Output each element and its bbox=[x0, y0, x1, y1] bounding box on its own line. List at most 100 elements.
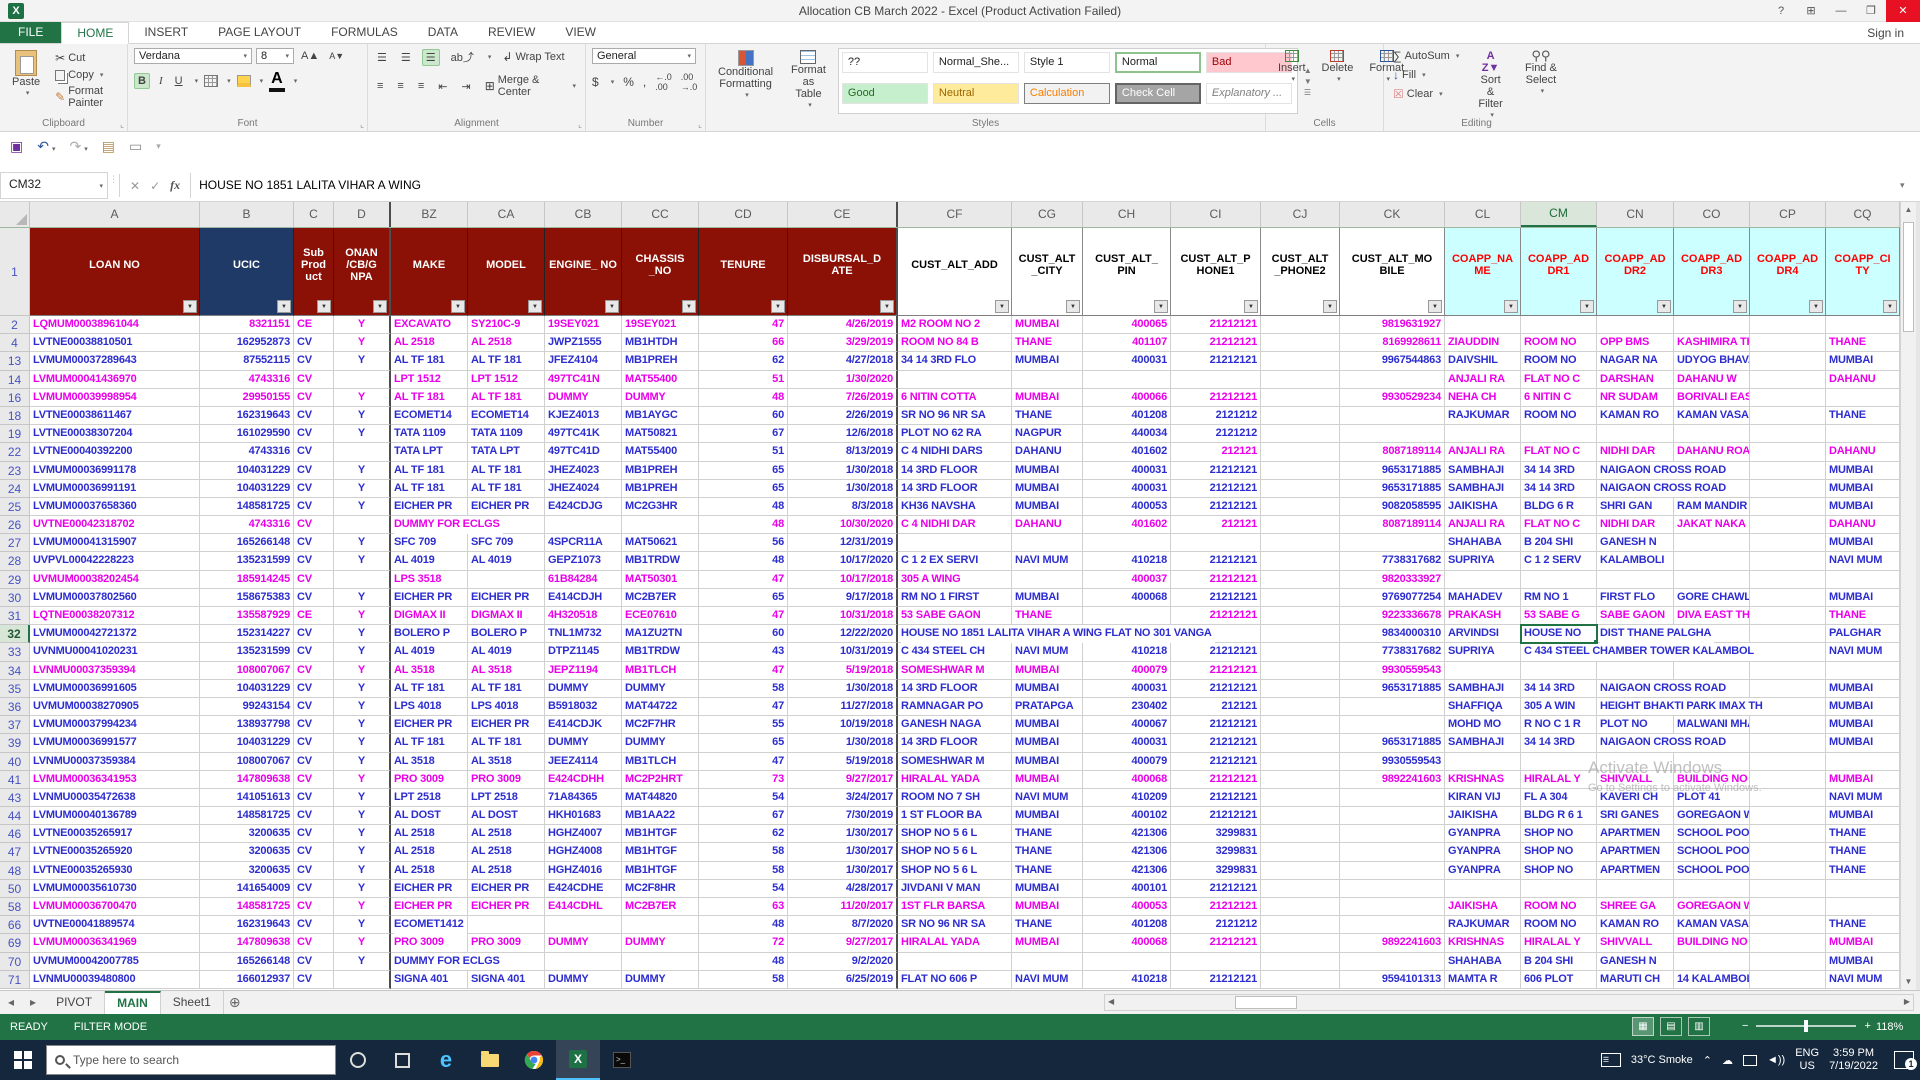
cell-CP32[interactable] bbox=[1750, 625, 1826, 643]
cell-CO50[interactable] bbox=[1674, 880, 1750, 898]
accounting-format-button[interactable]: $ bbox=[592, 75, 599, 89]
cell-B30[interactable]: 158675383 bbox=[200, 589, 294, 607]
cell-CF32[interactable]: HOUSE NO 1851 LALITA VIHAR A WING FLAT N… bbox=[898, 625, 1012, 643]
cell-CQ25[interactable]: MUMBAI bbox=[1826, 498, 1900, 516]
cell-CB19[interactable]: 497TC41K bbox=[545, 425, 622, 443]
cell-CF28[interactable]: C 1 2 EX SERVI bbox=[898, 552, 1012, 570]
cell-CC69[interactable]: DUMMY bbox=[622, 934, 699, 952]
cell-CP66[interactable] bbox=[1750, 916, 1826, 934]
cell-CQ24[interactable]: MUMBAI bbox=[1826, 480, 1900, 498]
cell-CJ31[interactable] bbox=[1261, 607, 1340, 625]
cell-CK43[interactable] bbox=[1340, 789, 1445, 807]
cell-CD43[interactable]: 54 bbox=[699, 789, 788, 807]
cell-BZ46[interactable]: AL 2518 bbox=[391, 825, 468, 843]
cell-CF26[interactable]: C 4 NIDHI DAR bbox=[898, 516, 1012, 534]
cell-C43[interactable]: CV bbox=[294, 789, 334, 807]
cell-CQ28[interactable]: NAVI MUM bbox=[1826, 552, 1900, 570]
cell-C24[interactable]: CV bbox=[294, 480, 334, 498]
tab-formulas[interactable]: FORMULAS bbox=[316, 22, 413, 43]
cell-CL14[interactable]: ANJALI RA bbox=[1445, 371, 1521, 389]
cell-D40[interactable]: Y bbox=[334, 753, 391, 771]
cell-B33[interactable]: 135231599 bbox=[200, 643, 294, 661]
cell-CQ2[interactable] bbox=[1826, 316, 1900, 334]
cell-CJ26[interactable] bbox=[1261, 516, 1340, 534]
cell-CA14[interactable]: LPT 1512 bbox=[468, 371, 545, 389]
cell-CQ36[interactable]: MUMBAI bbox=[1826, 698, 1900, 716]
cell-A32[interactable]: LVMUM00042721372 bbox=[30, 625, 200, 643]
cell-CA41[interactable]: PRO 3009 bbox=[468, 771, 545, 789]
cell-CL34[interactable] bbox=[1445, 662, 1521, 680]
cell-CN29[interactable] bbox=[1597, 571, 1674, 589]
cell-CK34[interactable]: 9930559543 bbox=[1340, 662, 1445, 680]
header-cell-CE[interactable]: DISBURSAL_D ATE▼ bbox=[788, 228, 898, 316]
cortana-button[interactable] bbox=[336, 1040, 380, 1080]
cell-D50[interactable]: Y bbox=[334, 880, 391, 898]
row-header-25[interactable]: 25 bbox=[0, 498, 30, 516]
cell-CK46[interactable] bbox=[1340, 825, 1445, 843]
cell-CI50[interactable]: 21212121 bbox=[1171, 880, 1261, 898]
cell-CD4[interactable]: 66 bbox=[699, 334, 788, 352]
normal-view-button[interactable]: ▦ bbox=[1632, 1017, 1654, 1036]
row-header-26[interactable]: 26 bbox=[0, 516, 30, 534]
cell-CQ19[interactable] bbox=[1826, 425, 1900, 443]
cell-CB26[interactable] bbox=[545, 516, 622, 534]
increase-decimal-button[interactable]: ←.0.00 bbox=[655, 72, 672, 92]
undo-button[interactable]: ↶▾ bbox=[37, 138, 55, 155]
cell-CG2[interactable]: MUMBAI bbox=[1012, 316, 1083, 334]
cell-CE36[interactable]: 11/27/2018 bbox=[788, 698, 898, 716]
cell-CN44[interactable]: SRI GANES bbox=[1597, 807, 1674, 825]
header-cell-D[interactable]: ONAN /CB/G NPA▼ bbox=[334, 228, 391, 316]
cell-CQ71[interactable]: NAVI MUM bbox=[1826, 971, 1900, 989]
cell-CE44[interactable]: 7/30/2019 bbox=[788, 807, 898, 825]
cell-CG70[interactable] bbox=[1012, 953, 1083, 971]
cell-CK2[interactable]: 9819631927 bbox=[1340, 316, 1445, 334]
cell-CM58[interactable]: ROOM NO bbox=[1521, 898, 1597, 916]
cell-CE43[interactable]: 3/24/2017 bbox=[788, 789, 898, 807]
header-cell-CG[interactable]: CUST_ALT _CITY▼ bbox=[1012, 228, 1083, 316]
cell-B70[interactable]: 165266148 bbox=[200, 953, 294, 971]
cell-CL18[interactable]: RAJKUMAR bbox=[1445, 407, 1521, 425]
cell-CF70[interactable] bbox=[898, 953, 1012, 971]
cell-CF40[interactable]: SOMESHWAR M bbox=[898, 753, 1012, 771]
cell-CK19[interactable] bbox=[1340, 425, 1445, 443]
cell-CA18[interactable]: ECOMET14 bbox=[468, 407, 545, 425]
row-header-41[interactable]: 41 bbox=[0, 771, 30, 789]
cell-CD28[interactable]: 48 bbox=[699, 552, 788, 570]
name-box-dropdown-icon[interactable]: ▾ bbox=[99, 182, 103, 190]
cell-BZ50[interactable]: EICHER PR bbox=[391, 880, 468, 898]
formula-input[interactable]: HOUSE NO 1851 LALITA VIHAR A WING bbox=[191, 170, 1900, 201]
cell-CA40[interactable]: AL 3518 bbox=[468, 753, 545, 771]
cell-CJ47[interactable] bbox=[1261, 843, 1340, 861]
column-header-D[interactable]: D bbox=[334, 202, 391, 227]
cell-D26[interactable] bbox=[334, 516, 391, 534]
page-layout-view-button[interactable]: ▤ bbox=[1660, 1017, 1682, 1036]
cell-CB27[interactable]: 4SPCR11A bbox=[545, 534, 622, 552]
cell-CQ37[interactable]: MUMBAI bbox=[1826, 716, 1900, 734]
cell-CD58[interactable]: 63 bbox=[699, 898, 788, 916]
column-header-CN[interactable]: CN bbox=[1597, 202, 1674, 227]
cell-CJ32[interactable] bbox=[1261, 625, 1340, 643]
cell-CL30[interactable]: MAHADEV bbox=[1445, 589, 1521, 607]
cell-CD30[interactable]: 65 bbox=[699, 589, 788, 607]
cell-CK25[interactable]: 9082058595 bbox=[1340, 498, 1445, 516]
cell-CO46[interactable]: SCHOOL POONA LIN bbox=[1674, 825, 1750, 843]
cell-CK33[interactable]: 7738317682 bbox=[1340, 643, 1445, 661]
cell-CL33[interactable]: SUPRIYA bbox=[1445, 643, 1521, 661]
cell-CJ13[interactable] bbox=[1261, 352, 1340, 370]
cell-CO47[interactable]: SCHOOL POONA LIN bbox=[1674, 843, 1750, 861]
cell-CL31[interactable]: PRAKASH bbox=[1445, 607, 1521, 625]
cell-CH23[interactable]: 400031 bbox=[1083, 462, 1171, 480]
cell-CA23[interactable]: AL TF 181 bbox=[468, 462, 545, 480]
cell-CO71[interactable]: 14 KALAMBOLI bbox=[1674, 971, 1750, 989]
redo-button[interactable]: ↷▾ bbox=[69, 138, 87, 155]
cell-CF18[interactable]: SR NO 96 NR SA bbox=[898, 407, 1012, 425]
cell-CF50[interactable]: JIVDANI V MAN bbox=[898, 880, 1012, 898]
cell-CC36[interactable]: MAT44722 bbox=[622, 698, 699, 716]
column-header-BZ[interactable]: BZ bbox=[391, 202, 468, 227]
cell-CN43[interactable]: KAVERI CH bbox=[1597, 789, 1674, 807]
cell-CK39[interactable]: 9653171885 bbox=[1340, 734, 1445, 752]
cell-CH2[interactable]: 400065 bbox=[1083, 316, 1171, 334]
cell-CI4[interactable]: 21212121 bbox=[1171, 334, 1261, 352]
column-header-CB[interactable]: CB bbox=[545, 202, 622, 227]
cell-CF46[interactable]: SHOP NO 5 6 L bbox=[898, 825, 1012, 843]
